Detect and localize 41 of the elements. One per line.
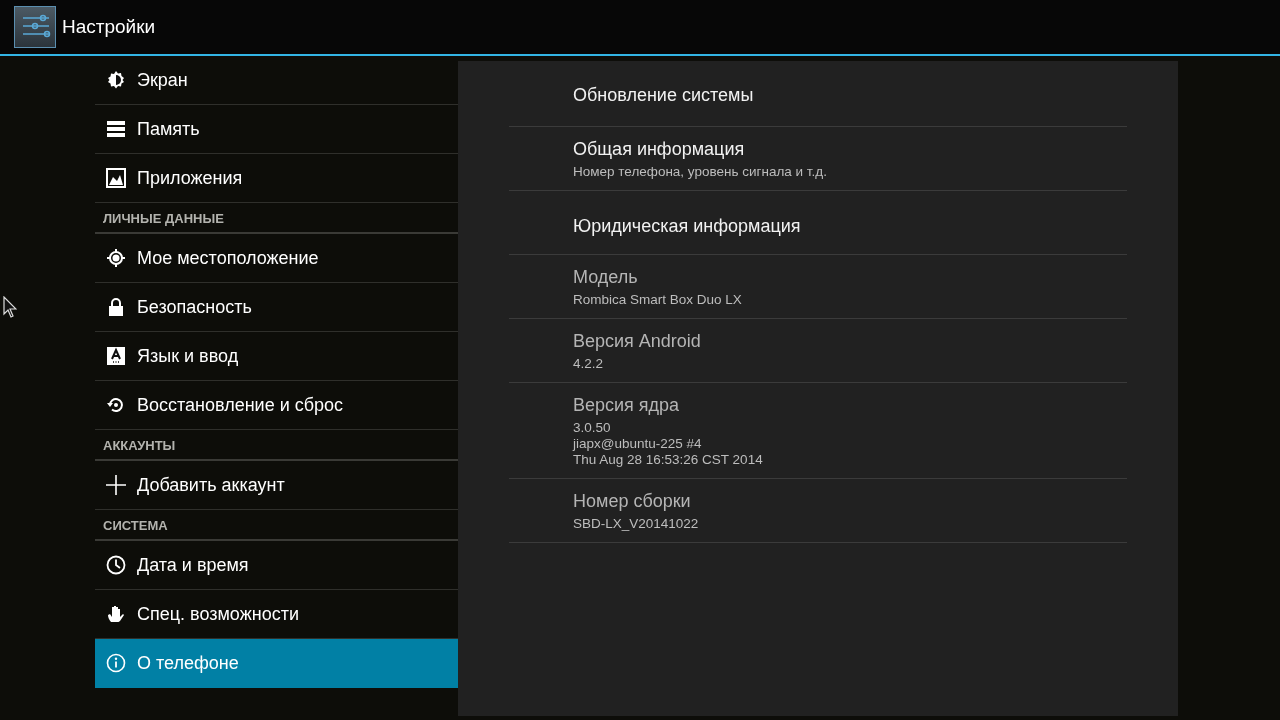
- sliders-icon[interactable]: [14, 6, 56, 48]
- preference-summary: 4.2.2: [573, 356, 605, 372]
- language-icon: [107, 347, 125, 365]
- clock-icon: [106, 555, 126, 575]
- location-target-icon: [106, 248, 126, 268]
- section-header: СИСТЕМА: [95, 508, 458, 541]
- lock-icon: [108, 298, 124, 316]
- preference-title: Номер сборки: [573, 491, 692, 512]
- info-icon: [106, 653, 126, 673]
- sidebar-item[interactable]: О телефоне: [95, 639, 458, 688]
- preference-title: Версия Android: [573, 331, 702, 352]
- preference-summary: SBD-LX_V20141022: [573, 516, 700, 532]
- preference-title: Версия ядра: [573, 395, 681, 416]
- preference-summary: Rombica Smart Box Duo LX: [573, 292, 743, 308]
- brightness-icon: [106, 70, 126, 90]
- plus-icon: [105, 474, 127, 496]
- preference-summary: Thu Aug 28 16:53:26 CST 2014: [573, 452, 764, 468]
- preference-title[interactable]: Обновление системы: [573, 85, 1127, 106]
- preference-summary: Номер телефона, уровень сигнала и т.д.: [573, 164, 828, 180]
- sidebar-item[interactable]: Язык и ввод: [95, 332, 458, 381]
- mouse-pointer-icon: [3, 296, 17, 318]
- sidebar-item[interactable]: Приложения: [95, 154, 458, 203]
- sidebar-item[interactable]: Память: [95, 105, 458, 154]
- sidebar-item[interactable]: Мое местоположение: [95, 234, 458, 283]
- section-header: ЛИЧНЫЕ ДАННЫЕ: [95, 201, 458, 234]
- storage-icon: [106, 120, 126, 138]
- hand-icon: [106, 604, 126, 624]
- picture-icon: [106, 168, 126, 188]
- sidebar-item[interactable]: Дата и время: [95, 541, 458, 590]
- preference-summary: 3.0.50: [573, 420, 612, 436]
- preference-title[interactable]: Юридическая информация: [573, 216, 1127, 237]
- sidebar-item[interactable]: Восстановление и сброс: [95, 381, 458, 430]
- preference-summary: jiapx@ubuntu-225 #4: [573, 436, 703, 452]
- app-title: Настройки: [62, 16, 156, 38]
- sidebar-item[interactable]: Безопасность: [95, 283, 458, 332]
- preference-title[interactable]: Общая информация: [573, 139, 1127, 160]
- sidebar-item[interactable]: Экран: [95, 56, 458, 105]
- restore-icon: [106, 395, 126, 415]
- preference-title: Модель: [573, 267, 639, 288]
- sidebar-item[interactable]: Добавить аккаунт: [95, 461, 458, 510]
- section-header: АККАУНТЫ: [95, 428, 458, 461]
